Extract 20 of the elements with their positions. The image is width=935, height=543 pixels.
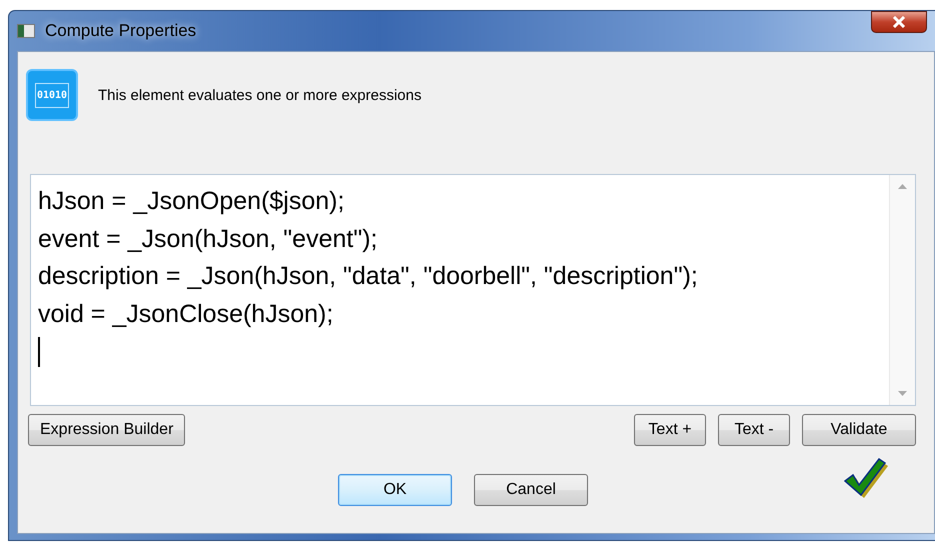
window-title: Compute Properties — [45, 21, 198, 41]
toolbar-button[interactable]: Text + — [634, 414, 706, 446]
code-line: hJson = _JsonOpen($json); — [38, 186, 346, 217]
code-line: void = _JsonClose(hJson); — [38, 298, 334, 330]
expression-editor[interactable]: hJson = _JsonOpen($json); event = _Json(hJson, "event"); description = _Json(hJson, "data", "doorbell", "description"); void = _JsonClose(hJson); — [30, 174, 916, 406]
scroll-bar[interactable] — [889, 175, 915, 405]
scroll-up-icon[interactable] — [898, 183, 907, 189]
toolbar-button[interactable]: Validate — [802, 414, 916, 446]
description-text: This element evaluates one or more expressions — [98, 86, 422, 104]
scroll-down-icon[interactable] — [898, 391, 907, 397]
binary-icon: 01010 — [26, 69, 78, 121]
toolbar-button[interactable]: Text - — [718, 414, 790, 446]
window-icon — [17, 24, 35, 38]
code-line: event = _Json(hJson, "event"); — [38, 224, 378, 254]
dialog-button[interactable]: Cancel — [474, 474, 588, 506]
toolbar-button[interactable]: Expression Builder — [28, 414, 186, 446]
close-button[interactable] — [871, 11, 927, 33]
close-icon — [892, 16, 906, 28]
dialog-button[interactable]: OK — [338, 474, 452, 506]
code-line: description = _Json(hJson, "data", "doorbell", "description"); — [38, 261, 699, 292]
